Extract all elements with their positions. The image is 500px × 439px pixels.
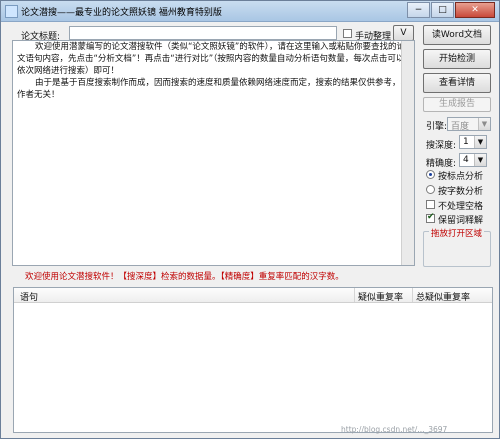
watermark-text: http://blog.csdn.net/..._3697 <box>341 425 448 434</box>
column-header-similarity[interactable]: 疑似重复率 <box>358 290 403 303</box>
keep-explain-label: 保留词释解 <box>438 216 484 226</box>
close-button[interactable]: ✕ <box>455 2 495 18</box>
content-textarea[interactable]: 欢迎使用潜蒙编写的论文潜搜软件（类似“论文照妖镜”的软件），请在这里输入或粘贴你… <box>12 40 415 266</box>
maximize-button[interactable]: □ <box>431 2 454 18</box>
title-input[interactable] <box>69 26 337 40</box>
analyze-by-chars-radio[interactable] <box>426 185 435 194</box>
status-text: 欢迎使用论文潜搜软件！【搜深度】检索的数据量。【精确度】重复率匹配的汉字数。 <box>25 272 344 282</box>
start-check-button[interactable]: 开始检测 <box>423 49 491 69</box>
drag-drop-title: 拖放打开区域 <box>429 227 485 239</box>
app-icon <box>5 5 18 18</box>
engine-select[interactable]: 百度 ▼ <box>447 117 491 132</box>
content-paragraph-2: 由于是基于百度搜索制作而成，因而搜索的速度和质量依赖网络速度而定，搜索的结果仅供… <box>17 78 410 100</box>
view-detail-button[interactable]: 查看详情 <box>423 73 491 93</box>
column-header-total-similarity[interactable]: 总疑似重复率 <box>416 290 470 303</box>
app-window: 论文潜搜——最专业的论文照妖镜 福州教育特别版 − □ ✕ 论文标题: 手动整理… <box>0 0 500 439</box>
window-title: 论文潜搜——最专业的论文照妖镜 福州教育特别版 <box>21 8 222 18</box>
chevron-down-icon: ▼ <box>478 118 490 130</box>
v-button[interactable]: V <box>393 25 414 41</box>
column-divider <box>354 288 355 302</box>
generate-report-button[interactable]: 生成报告 <box>423 97 491 112</box>
precision-value: 4 <box>463 155 469 165</box>
depth-label: 搜深度: <box>426 141 457 151</box>
column-header-sentence[interactable]: 语句 <box>20 290 38 303</box>
depth-value: 1 <box>463 137 469 147</box>
analyze-by-punct-radio[interactable] <box>426 170 435 179</box>
chevron-down-icon: ▼ <box>474 136 486 148</box>
analyze-by-punct-label: 按标点分析 <box>438 172 484 182</box>
minimize-button[interactable]: − <box>407 2 430 18</box>
analyze-by-chars-label: 按字数分析 <box>438 187 484 197</box>
precision-label: 精确度: <box>426 159 457 169</box>
no-space-checkbox[interactable] <box>426 200 435 209</box>
read-word-button[interactable]: 读Word文档 <box>423 25 491 45</box>
manual-arrange-checkbox[interactable] <box>343 29 352 38</box>
no-space-label: 不处理空格 <box>438 202 484 212</box>
results-table[interactable]: 语句 疑似重复率 总疑似重复率 <box>13 287 493 433</box>
content-scrollbar[interactable] <box>401 41 414 265</box>
column-divider <box>412 288 413 302</box>
keep-explain-checkbox[interactable] <box>426 212 435 223</box>
engine-value: 百度 <box>451 122 470 132</box>
depth-select[interactable]: 1 ▼ <box>459 135 487 149</box>
results-table-header: 语句 疑似重复率 总疑似重复率 <box>14 288 492 303</box>
precision-select[interactable]: 4 ▼ <box>459 153 487 167</box>
chevron-down-icon: ▼ <box>474 154 486 166</box>
title-bar: 论文潜搜——最专业的论文照妖镜 福州教育特别版 − □ ✕ <box>1 1 499 22</box>
engine-label: 引擎: <box>426 122 448 132</box>
content-paragraph-1: 欢迎使用潜蒙编写的论文潜搜软件（类似“论文照妖镜”的软件），请在这里输入或粘贴你… <box>17 42 406 76</box>
window-controls: − □ ✕ <box>407 2 495 18</box>
